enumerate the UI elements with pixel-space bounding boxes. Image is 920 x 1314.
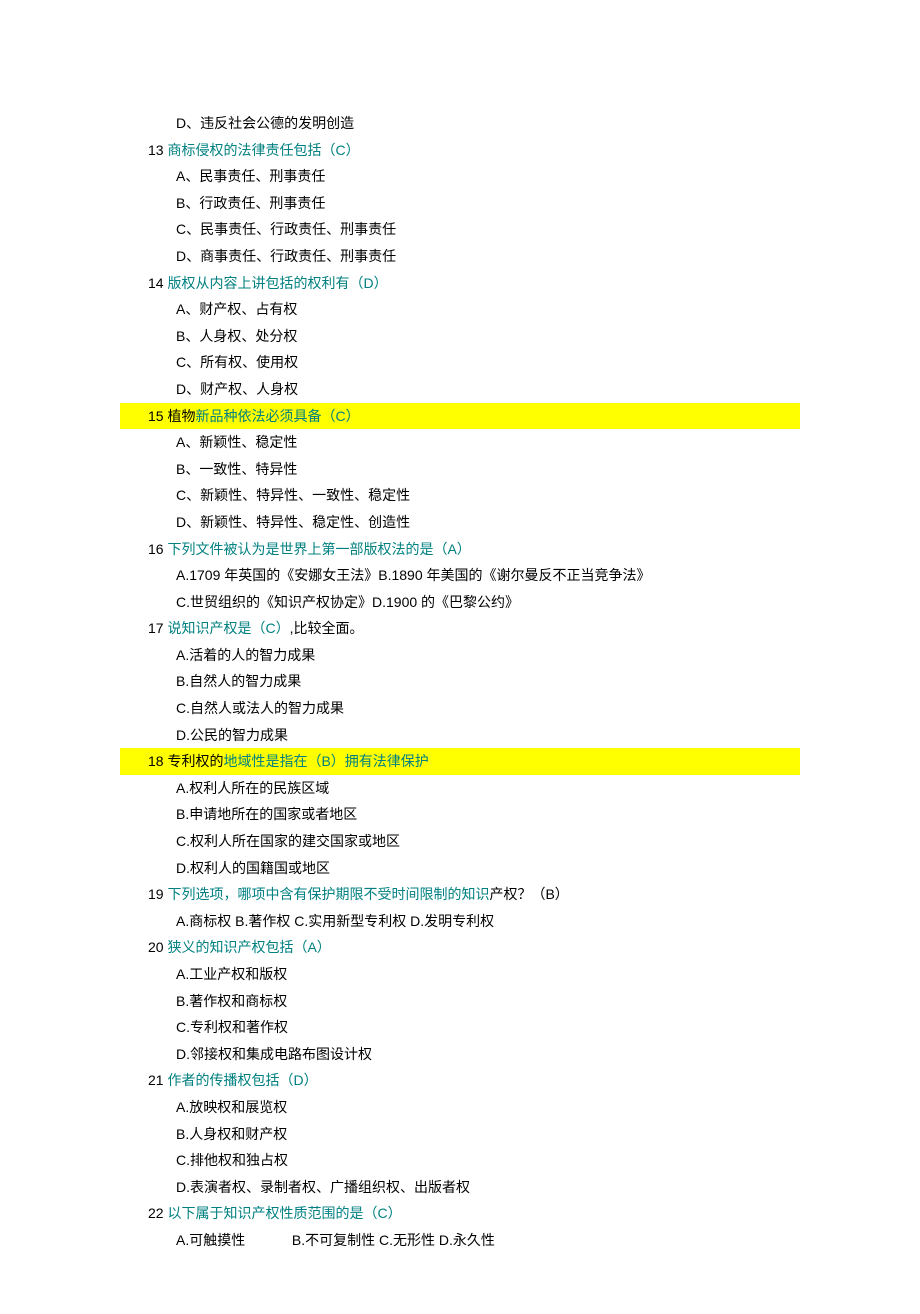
text-line: A.权利人所在的民族区域 bbox=[120, 775, 800, 802]
text-line: D、新颖性、特异性、稳定性、创造性 bbox=[120, 509, 800, 536]
text-line: A.放映权和展览权 bbox=[120, 1094, 800, 1121]
text-segment: C.世贸组织的《知识产权协定》D.1900 的《巴黎公约》 bbox=[176, 594, 519, 610]
text-segment: 13 bbox=[148, 142, 167, 158]
text-segment: A.放映权和展览权 bbox=[176, 1099, 287, 1115]
text-line: C.权利人所在国家的建交国家或地区 bbox=[120, 828, 800, 855]
text-line: 22 以下属于知识产权性质范围的是（C） bbox=[120, 1200, 800, 1227]
text-segment: A、财产权、占有权 bbox=[176, 301, 297, 317]
text-line: C.专利权和著作权 bbox=[120, 1014, 800, 1041]
text-line: A、财产权、占有权 bbox=[120, 296, 800, 323]
text-segment: B、一致性、特异性 bbox=[176, 461, 297, 477]
text-line: 18 专利权的地域性是指在（B）拥有法律保护 bbox=[120, 748, 800, 775]
text-line: 21 作者的传播权包括（D） bbox=[120, 1067, 800, 1094]
text-segment: 17 bbox=[148, 620, 167, 636]
text-line: 14 版权从内容上讲包括的权利有（D） bbox=[120, 270, 800, 297]
text-segment: B.著作权和商标权 bbox=[176, 993, 287, 1009]
text-segment: 说知识产权是（C） bbox=[167, 620, 289, 636]
text-line: C.世贸组织的《知识产权协定》D.1900 的《巴黎公约》 bbox=[120, 589, 800, 616]
text-line: 20 狭义的知识产权包括（A） bbox=[120, 934, 800, 961]
text-segment: B.申请地所在的国家或者地区 bbox=[176, 806, 357, 822]
text-segment: D、新颖性、特异性、稳定性、创造性 bbox=[176, 514, 410, 530]
text-line: A.商标权 B.著作权 C.实用新型专利权 D.发明专利权 bbox=[120, 908, 800, 935]
text-segment: A.可触摸性 B.不可复制性 C.无形性 D.永久性 bbox=[176, 1232, 495, 1248]
text-segment: 下列选项，哪项中含有保护期限不受时间限制的知识 bbox=[167, 886, 489, 902]
text-segment: A、新颖性、稳定性 bbox=[176, 434, 297, 450]
text-segment: 地域性是指在（B）拥有法律保护 bbox=[223, 753, 428, 769]
text-segment: 14 bbox=[148, 275, 167, 291]
text-line: C、所有权、使用权 bbox=[120, 349, 800, 376]
text-line: B.著作权和商标权 bbox=[120, 988, 800, 1015]
text-segment: 20 bbox=[148, 939, 167, 955]
text-line: B.申请地所在的国家或者地区 bbox=[120, 801, 800, 828]
text-segment: 18 专利权的 bbox=[148, 753, 223, 769]
text-segment: 21 bbox=[148, 1072, 167, 1088]
text-line: 19 下列选项，哪项中含有保护期限不受时间限制的知识产权？（B） bbox=[120, 881, 800, 908]
text-line: A、民事责任、刑事责任 bbox=[120, 163, 800, 190]
text-segment: C、民事责任、行政责任、刑事责任 bbox=[176, 221, 396, 237]
text-segment: D、违反社会公德的发明创造 bbox=[176, 115, 354, 131]
text-line: B、一致性、特异性 bbox=[120, 456, 800, 483]
text-segment: B、行政责任、刑事责任 bbox=[176, 195, 325, 211]
text-segment: A.活着的人的智力成果 bbox=[176, 647, 315, 663]
text-segment: 产权？（B） bbox=[489, 886, 568, 902]
text-segment: A.权利人所在的民族区域 bbox=[176, 780, 329, 796]
text-segment: C.权利人所在国家的建交国家或地区 bbox=[176, 833, 400, 849]
text-segment: 下列文件被认为是世界上第一部版权法的是（A） bbox=[167, 541, 470, 557]
text-segment: D.权利人的国籍国或地区 bbox=[176, 860, 330, 876]
text-line: 15 植物新品种依法必须具备（C） bbox=[120, 403, 800, 430]
text-segment: D、财产权、人身权 bbox=[176, 381, 298, 397]
text-segment: C.自然人或法人的智力成果 bbox=[176, 700, 344, 716]
text-line: D.公民的智力成果 bbox=[120, 722, 800, 749]
text-segment: C、新颖性、特异性、一致性、稳定性 bbox=[176, 487, 410, 503]
text-segment: 15 植物 bbox=[148, 408, 195, 424]
text-line: A.可触摸性 B.不可复制性 C.无形性 D.永久性 bbox=[120, 1227, 800, 1254]
text-line: A.活着的人的智力成果 bbox=[120, 642, 800, 669]
text-segment: C.排他权和独占权 bbox=[176, 1152, 288, 1168]
text-segment: D.表演者权、录制者权、广播组织权、出版者权 bbox=[176, 1179, 470, 1195]
text-line: A.1709 年英国的《安娜女王法》B.1890 年美国的《谢尔曼反不正当竞争法… bbox=[120, 562, 800, 589]
text-line: B、行政责任、刑事责任 bbox=[120, 190, 800, 217]
text-segment: 以下属于知识产权性质范围的是（C） bbox=[167, 1205, 401, 1221]
text-line: B.人身权和财产权 bbox=[120, 1121, 800, 1148]
text-segment: A.工业产权和版权 bbox=[176, 966, 287, 982]
text-line: 16 下列文件被认为是世界上第一部版权法的是（A） bbox=[120, 536, 800, 563]
text-segment: D.邻接权和集成电路布图设计权 bbox=[176, 1046, 372, 1062]
text-segment: 版权从内容上讲包括的权利有（D） bbox=[167, 275, 387, 291]
text-segment: C、所有权、使用权 bbox=[176, 354, 298, 370]
text-segment: A.商标权 B.著作权 C.实用新型专利权 D.发明专利权 bbox=[176, 913, 494, 929]
text-line: D.表演者权、录制者权、广播组织权、出版者权 bbox=[120, 1174, 800, 1201]
text-line: B、人身权、处分权 bbox=[120, 323, 800, 350]
text-segment: B.自然人的智力成果 bbox=[176, 673, 301, 689]
text-segment: D、商事责任、行政责任、刑事责任 bbox=[176, 248, 396, 264]
text-line: C.排他权和独占权 bbox=[120, 1147, 800, 1174]
text-segment: 16 bbox=[148, 541, 167, 557]
text-line: A.工业产权和版权 bbox=[120, 961, 800, 988]
text-segment: 作者的传播权包括（D） bbox=[167, 1072, 317, 1088]
text-line: D、财产权、人身权 bbox=[120, 376, 800, 403]
text-line: 17 说知识产权是（C）,比较全面。 bbox=[120, 615, 800, 642]
text-line: D.邻接权和集成电路布图设计权 bbox=[120, 1041, 800, 1068]
text-line: D、商事责任、行政责任、刑事责任 bbox=[120, 243, 800, 270]
text-segment: ,比较全面。 bbox=[290, 620, 364, 636]
text-line: A、新颖性、稳定性 bbox=[120, 429, 800, 456]
text-line: C.自然人或法人的智力成果 bbox=[120, 695, 800, 722]
text-segment: 新品种依法必须具备（C） bbox=[195, 408, 359, 424]
text-segment: 19 bbox=[148, 886, 167, 902]
text-segment: C.专利权和著作权 bbox=[176, 1019, 288, 1035]
text-segment: 22 bbox=[148, 1205, 167, 1221]
text-segment: B.人身权和财产权 bbox=[176, 1126, 287, 1142]
text-line: C、新颖性、特异性、一致性、稳定性 bbox=[120, 482, 800, 509]
text-segment: 商标侵权的法律责任包括（C） bbox=[167, 142, 359, 158]
text-line: B.自然人的智力成果 bbox=[120, 668, 800, 695]
text-line: D、违反社会公德的发明创造 bbox=[120, 110, 800, 137]
document-page: D、违反社会公德的发明创造 13 商标侵权的法律责任包括（C） A、民事责任、刑事责… bbox=[0, 0, 920, 1314]
text-segment: 狭义的知识产权包括（A） bbox=[167, 939, 330, 955]
text-segment: B、人身权、处分权 bbox=[176, 328, 297, 344]
text-line: 13 商标侵权的法律责任包括（C） bbox=[120, 137, 800, 164]
text-segment: A、民事责任、刑事责任 bbox=[176, 168, 325, 184]
text-line: D.权利人的国籍国或地区 bbox=[120, 855, 800, 882]
text-line: C、民事责任、行政责任、刑事责任 bbox=[120, 216, 800, 243]
text-segment: D.公民的智力成果 bbox=[176, 727, 288, 743]
text-segment: A.1709 年英国的《安娜女王法》B.1890 年美国的《谢尔曼反不正当竞争法… bbox=[176, 567, 651, 583]
